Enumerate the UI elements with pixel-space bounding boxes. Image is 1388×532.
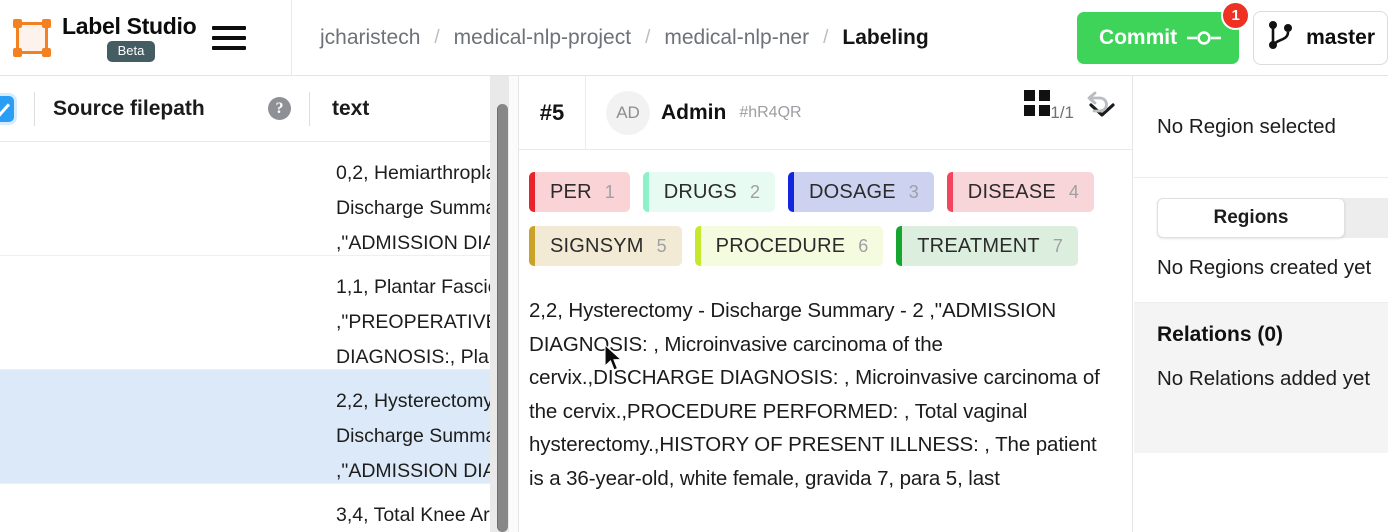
relations-section: Relations (0) No Relations added yet [1134, 303, 1388, 453]
cell-text-line: 0,2, Hemiarthropla [336, 162, 497, 184]
label-tag-per[interactable]: PER 1 [529, 172, 630, 212]
label-tag-name: TREATMENT [917, 234, 1040, 257]
label-studio-labeling-page: Label Studio Beta jcharistech / medical-… [0, 0, 1388, 532]
annotation-user[interactable]: AD Admin #hR4QR [586, 90, 802, 135]
tab-regions[interactable]: Regions [1157, 198, 1345, 238]
cell-text-line: Discharge Summa [336, 425, 497, 447]
commit-button-label: Commit [1098, 26, 1178, 49]
table-row[interactable]: 0,2, Hemiarthropla Discharge Summa ,"ADM… [0, 142, 497, 256]
label-tag-name: SIGNSYM [550, 234, 644, 257]
breadcrumb-separator: / [823, 26, 829, 48]
label-studio-logo-icon[interactable] [12, 18, 52, 58]
topbar-actions: Commit 1 master [1076, 0, 1388, 76]
breadcrumb-separator: / [434, 26, 440, 48]
label-tag-hotkey: 1 [604, 181, 615, 202]
breadcrumb-project[interactable]: medical-nlp-project [454, 26, 631, 50]
label-tag-disease[interactable]: DISEASE 4 [946, 172, 1094, 212]
label-tag-hotkey: 5 [656, 235, 667, 256]
label-tag-hotkey: 7 [1052, 235, 1063, 256]
brand-text: Label Studio Beta [62, 13, 200, 62]
checkbox-checked-icon[interactable] [0, 95, 14, 122]
annotation-id: #5 [539, 99, 565, 125]
label-tag-name: DOSAGE [809, 180, 896, 203]
avatar: AD [606, 90, 650, 135]
column-header-source-filepath[interactable]: Source filepath ? [35, 76, 309, 142]
label-tag-name: DISEASE [967, 180, 1056, 203]
column-header-text[interactable]: text [310, 76, 387, 142]
label-tag-name: PER [550, 180, 592, 203]
no-relations-note: No Relations added yet [1157, 367, 1371, 390]
user-hash: #hR4QR [739, 103, 802, 121]
commit-button[interactable]: Commit 1 [1076, 1, 1251, 64]
cell-text-line: ,"ADMISSION DIAG [336, 232, 497, 254]
regions-relations-panel: No Region selected Regions No Regions cr… [1134, 76, 1388, 532]
task-list-scrollbar-thumb[interactable] [497, 104, 508, 532]
label-tag-signsym[interactable]: SIGNSYM 5 [529, 226, 682, 266]
breadcrumb-org[interactable]: jcharistech [320, 26, 420, 50]
panel-divider [509, 76, 519, 532]
table-body: 0,2, Hemiarthropla Discharge Summa ,"ADM… [0, 142, 497, 532]
beta-badge: Beta [106, 41, 156, 62]
table-row[interactable]: 2,2, Hysterectomy Discharge Summa ,"ADMI… [0, 370, 497, 484]
label-tag-name: DRUGS [663, 180, 737, 203]
table-row[interactable]: 3,4, Total Knee Art [0, 484, 497, 532]
help-circle-icon[interactable]: ? [268, 97, 291, 120]
breadcrumb-separator: / [645, 26, 651, 48]
cell-text-line: ,"ADMISSION DIAG [336, 460, 497, 482]
label-tag-hotkey: 6 [858, 235, 869, 256]
table-row[interactable]: 1,1, Plantar Fascio ,"PREOPERATIVE DIAGN… [0, 256, 497, 370]
breadcrumb-dataset[interactable]: medical-nlp-ner [664, 26, 809, 50]
mouse-cursor [604, 343, 626, 374]
breadcrumb: jcharistech / medical-nlp-project / medi… [292, 26, 929, 50]
branch-name: master [1306, 26, 1375, 49]
labels-area: PER 1 DRUGS 2 DOSAGE 3 DISEASE 4 SIGNSYM… [519, 150, 1132, 266]
labels-row-2: SIGNSYM 5 PROCEDURE 6 TREATMENT 7 [529, 226, 1132, 266]
cell-text-line: ,"PREOPERATIVE [336, 311, 497, 333]
cell-text-line: 3,4, Total Knee Art [336, 504, 495, 526]
no-regions-note: No Regions created yet [1157, 256, 1372, 279]
label-tag-procedure[interactable]: PROCEDURE 6 [694, 226, 884, 266]
label-tag-dosage[interactable]: DOSAGE 3 [788, 172, 934, 212]
no-region-selected-text: No Region selected [1134, 76, 1388, 178]
annotation-panel: #5 AD Admin #hR4QR 1/1 PER 1 DRUGS 2 DOS… [519, 76, 1133, 532]
grid-view-icon[interactable] [1022, 88, 1052, 123]
document-text[interactable]: 2,2, Hysterectomy - Discharge Summary - … [519, 280, 1132, 495]
hamburger-menu-icon[interactable] [212, 23, 246, 53]
label-tag-name: PROCEDURE [715, 234, 846, 257]
select-all-cell [0, 95, 34, 122]
brand-title: Label Studio [62, 13, 197, 39]
brand-zone: Label Studio Beta [0, 0, 292, 76]
top-navigation-bar: Label Studio Beta jcharistech / medical-… [0, 0, 1388, 76]
segmented-control: Regions [1157, 198, 1388, 238]
git-branch-icon [1268, 20, 1294, 56]
label-tag-hotkey: 2 [749, 181, 760, 202]
regions-tabs: Regions [1134, 178, 1388, 238]
column-header-label: text [332, 96, 370, 120]
column-header-label: Source filepath [53, 96, 205, 120]
cell-text-line: 1,1, Plantar Fascio [336, 276, 497, 298]
label-tag-hotkey: 3 [908, 181, 919, 202]
breadcrumb-current: Labeling [842, 25, 929, 49]
user-name: Admin [661, 100, 727, 124]
table-header-row: Source filepath ? text [0, 76, 497, 142]
commit-badge-count: 1 [1221, 1, 1251, 30]
cell-text-line: DIAGNOSIS:, Plant [336, 346, 497, 368]
labels-row-1: PER 1 DRUGS 2 DOSAGE 3 DISEASE 4 [529, 172, 1132, 212]
cell-text-line: 2,2, Hysterectomy [336, 390, 494, 412]
relations-title: Relations (0) [1157, 323, 1284, 346]
label-tag-drugs[interactable]: DRUGS 2 [642, 172, 775, 212]
label-tag-hotkey: 4 [1068, 181, 1079, 202]
branch-selector[interactable]: master [1253, 11, 1388, 65]
task-list-panel: Source filepath ? text 0,2, Hemiarthropl… [0, 76, 497, 532]
commit-node-icon [1187, 30, 1222, 46]
label-tag-treatment[interactable]: TREATMENT 7 [896, 226, 1078, 266]
cell-text-line: Discharge Summa [336, 197, 497, 219]
undo-icon[interactable] [1082, 88, 1112, 123]
